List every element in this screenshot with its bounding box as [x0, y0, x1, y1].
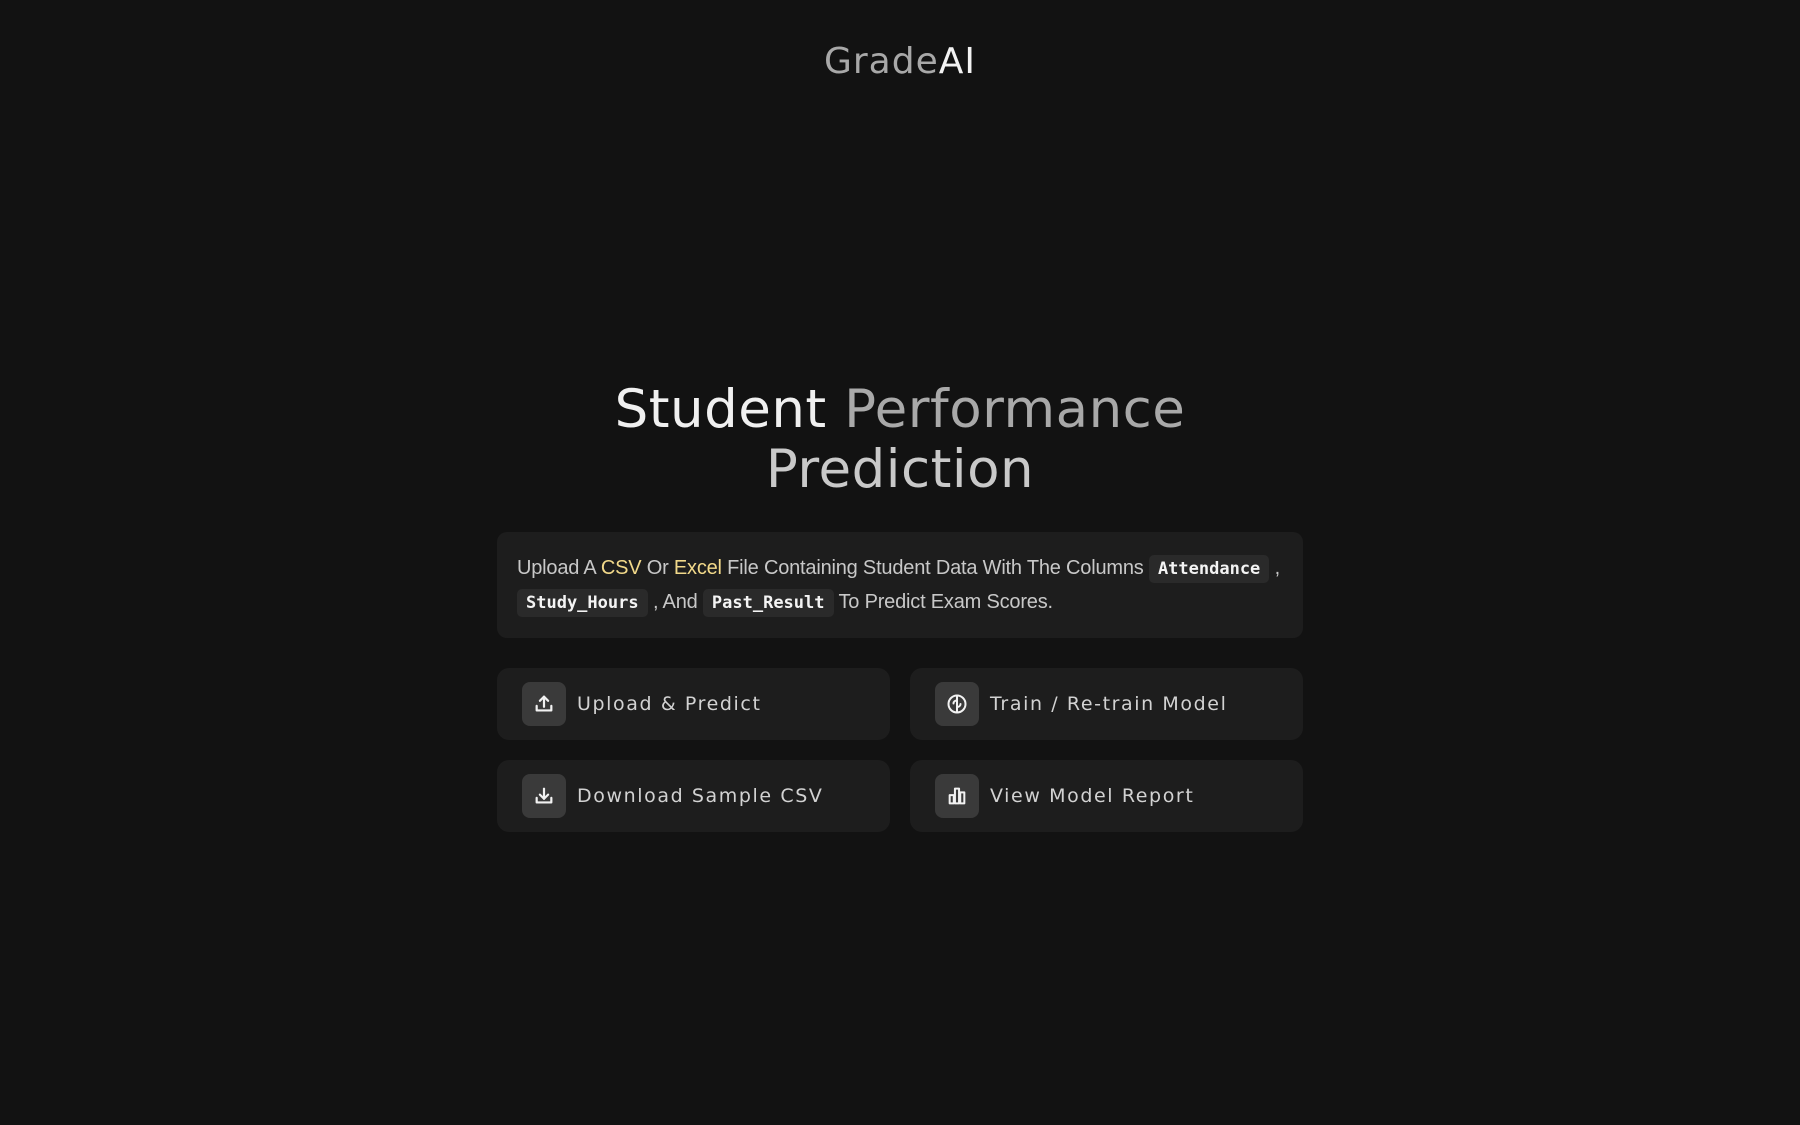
upload-icon [522, 682, 566, 726]
info-text-1: Upload A [517, 557, 601, 579]
instructions-card: Upload A CSV Or Excel File Containing St… [497, 532, 1303, 638]
info-text-6: To Predict Exam Scores. [833, 591, 1053, 613]
upload-predict-button[interactable]: Upload & Predict [497, 668, 890, 740]
train-model-label: Train / Re-train Model [990, 693, 1228, 715]
download-icon [522, 774, 566, 818]
bar-chart-icon [935, 774, 979, 818]
download-sample-button[interactable]: Download Sample CSV [497, 760, 890, 832]
info-text-4: , [1269, 557, 1281, 579]
logo-text-grade: Grade [823, 41, 939, 82]
highlight-csv: CSV [600, 557, 642, 579]
column-tag-study-hours: Study_Hours [517, 589, 648, 617]
title-word-student: Student [614, 379, 827, 440]
brain-icon [935, 682, 979, 726]
highlight-excel: Excel [673, 557, 722, 579]
column-tag-attendance: Attendance [1148, 555, 1270, 583]
title-word-prediction: Prediction [765, 439, 1035, 500]
page-title: Student Performance Prediction [0, 380, 1800, 500]
view-report-button[interactable]: View Model Report [910, 760, 1303, 832]
upload-predict-label: Upload & Predict [577, 693, 762, 715]
view-report-label: View Model Report [990, 785, 1195, 807]
train-model-button[interactable]: Train / Re-train Model [910, 668, 1303, 740]
info-text-5: , And [647, 591, 703, 613]
title-word-performance: Performance [844, 379, 1186, 440]
info-text-3: File Containing Student Data With The Co… [721, 557, 1149, 579]
logo-text-ai: AI [938, 41, 976, 82]
info-text-2: Or [641, 557, 674, 579]
app-logo[interactable]: GradeAI [0, 38, 1800, 86]
download-sample-label: Download Sample CSV [577, 785, 824, 807]
column-tag-past-result: Past_Result [702, 589, 834, 617]
